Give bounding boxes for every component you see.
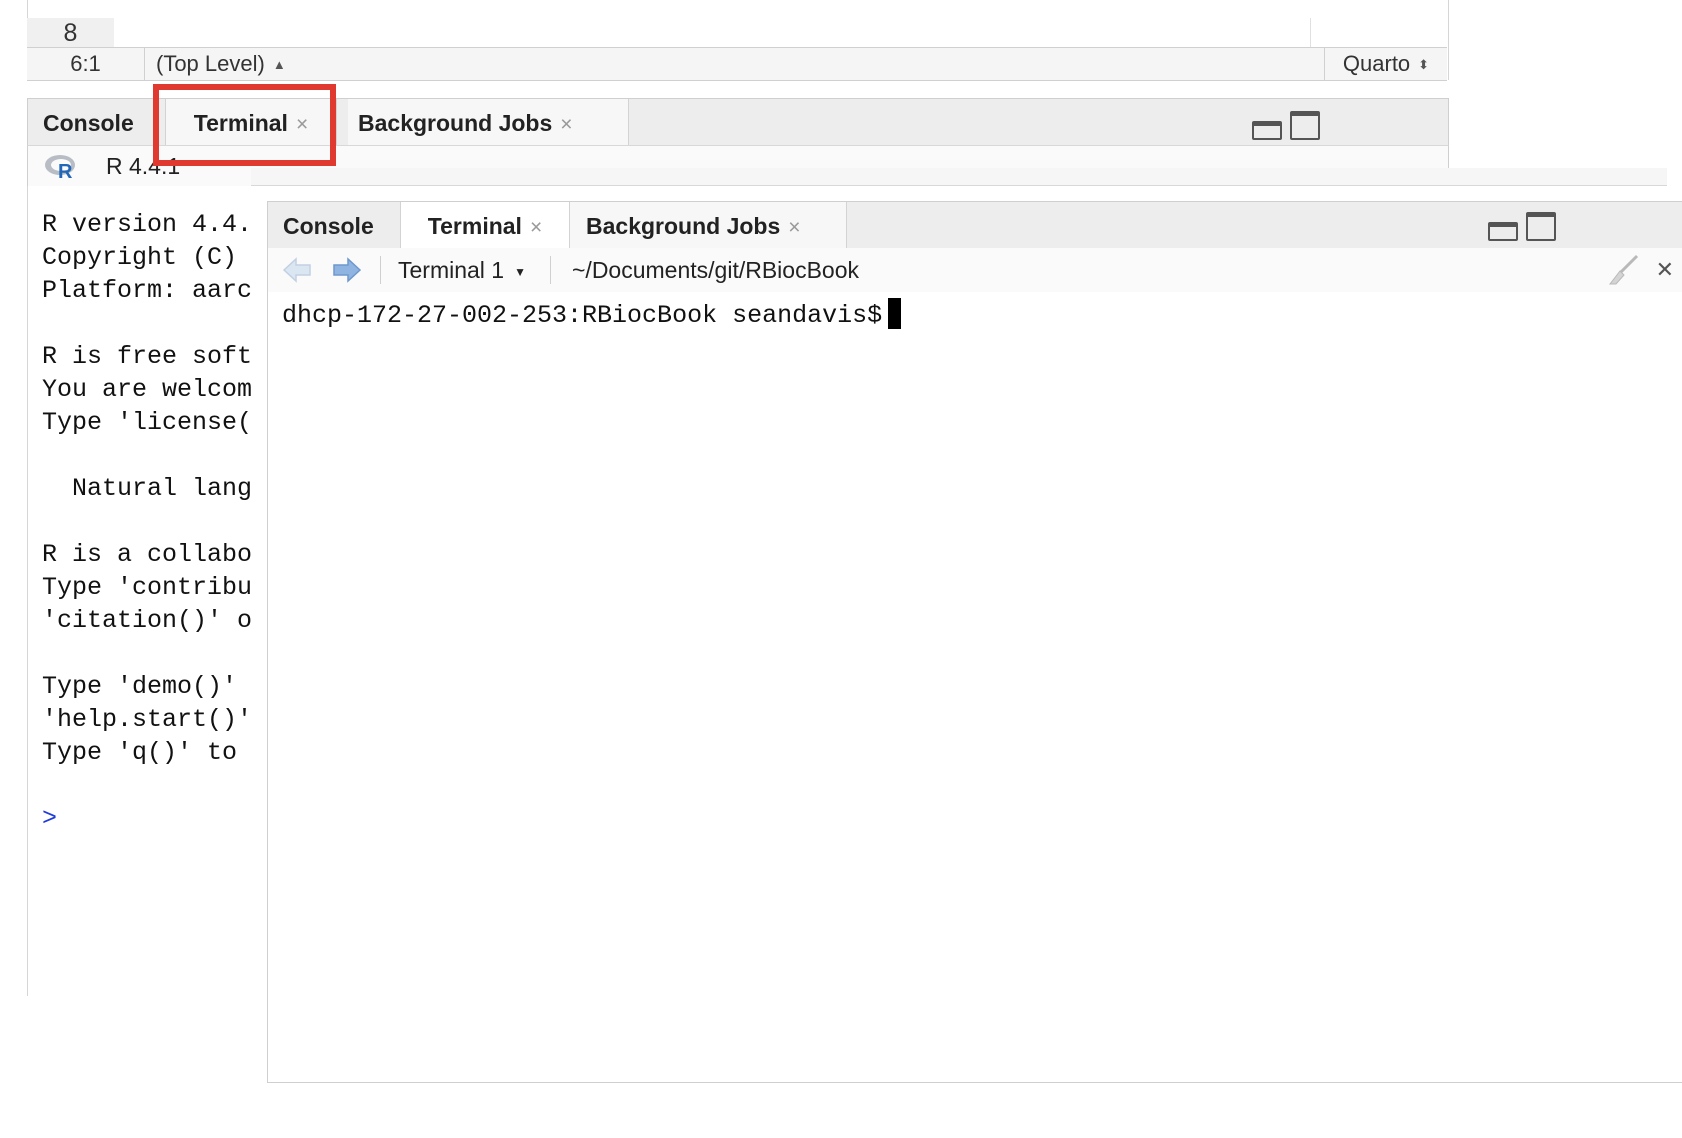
forward-arrow-icon[interactable] xyxy=(332,257,362,283)
back-arrow-icon[interactable] xyxy=(282,257,312,283)
terminal-toolbar: Terminal 1 ▼ ~/Documents/git/RBiocBook ✕ xyxy=(267,248,1682,293)
chevron-down-icon: ▼ xyxy=(514,264,526,279)
console-line: Copyright (C) xyxy=(42,243,238,272)
console-prompt: > xyxy=(42,804,58,833)
tab-terminal[interactable]: Terminal × xyxy=(400,202,570,249)
terminal-selector[interactable]: Terminal 1 ▼ xyxy=(398,248,526,294)
updown-arrows-icon: ⬍ xyxy=(1418,57,1430,73)
cursor-position: 6:1 xyxy=(27,48,145,80)
tab-terminal-label: Terminal xyxy=(427,213,522,239)
maximize-icon[interactable] xyxy=(1290,111,1320,140)
updown-arrows-icon: ▲ xyxy=(272,57,286,73)
console-line: You are welcom xyxy=(42,375,252,404)
tab-background-jobs-label: Background Jobs xyxy=(586,213,781,239)
console-line: R version 4.4. xyxy=(42,210,252,239)
terminal-prompt-line: dhcp-172-27-002-253:RBiocBook seandavis$ xyxy=(282,298,902,331)
minimize-icon[interactable] xyxy=(1252,121,1282,140)
tab-background-jobs[interactable]: Background Jobs × xyxy=(348,99,629,146)
tab-console[interactable]: Console xyxy=(283,202,374,249)
working-directory: ~/Documents/git/RBiocBook xyxy=(572,257,859,283)
r-logo-icon: R xyxy=(45,155,75,180)
scope-selector[interactable]: (Top Level) ▲ xyxy=(156,48,286,81)
pane-window-buttons xyxy=(1488,212,1556,241)
console-line: 'citation()' o xyxy=(42,606,252,635)
tab-console-label: Console xyxy=(43,110,134,136)
front-tab-bar: Console Terminal × Background Jobs × xyxy=(267,201,1682,249)
pane-window-buttons xyxy=(1252,111,1320,140)
tab-close-icon[interactable]: × xyxy=(788,216,800,239)
toolbar-separator xyxy=(550,256,551,284)
line-number: 8 xyxy=(27,18,114,48)
scope-label: (Top Level) xyxy=(156,51,265,76)
svg-text:R: R xyxy=(58,161,73,180)
minimize-icon[interactable] xyxy=(1488,222,1518,241)
console-line: Type 'contribu xyxy=(42,573,252,602)
close-icon[interactable]: ✕ xyxy=(1656,248,1674,292)
console-line: Type 'demo()' xyxy=(42,672,238,701)
terminal-name-label: Terminal 1 xyxy=(398,257,505,283)
console-line: 'help.start()' xyxy=(42,705,252,734)
toolbar-separator xyxy=(380,256,381,284)
front-screenshot: Console Terminal × Background Jobs × Termi… xyxy=(251,168,1682,1138)
doc-mode-selector[interactable]: Quarto ⬍ xyxy=(1324,48,1447,80)
console-line: Natural lang xyxy=(42,474,252,503)
terminal-output[interactable]: dhcp-172-27-002-253:RBiocBook seandavis$ xyxy=(267,292,1682,1083)
tab-background-jobs[interactable]: Background Jobs × xyxy=(570,202,847,249)
console-line: R is free soft xyxy=(42,342,252,371)
tab-console[interactable]: Console xyxy=(43,99,134,146)
terminal-cursor xyxy=(888,298,902,329)
tab-console-label: Console xyxy=(283,213,374,239)
tab-close-icon[interactable]: × xyxy=(530,216,542,239)
tab-background-jobs-label: Background Jobs xyxy=(358,110,553,136)
terminal-tab-highlight-box xyxy=(153,84,336,166)
console-line: Platform: aarc xyxy=(42,276,252,305)
editor-status-bar: 6:1 (Top Level) ▲ Quarto ⬍ xyxy=(27,47,1447,81)
console-output[interactable]: R version 4.4. Copyright (C) Platform: a… xyxy=(27,186,252,996)
overlap-fragment xyxy=(251,168,1667,186)
console-line: R is a collabo xyxy=(42,540,252,569)
console-line: Type 'license( xyxy=(42,408,252,437)
tab-close-icon[interactable]: × xyxy=(560,113,572,136)
editor-margin-rule xyxy=(1310,18,1311,48)
doc-mode-label: Quarto xyxy=(1342,51,1411,76)
terminal-prompt-text: dhcp-172-27-002-253:RBiocBook seandavis$ xyxy=(282,301,883,331)
maximize-icon[interactable] xyxy=(1526,212,1556,241)
broom-icon[interactable] xyxy=(1606,254,1640,286)
console-line: Type 'q()' to xyxy=(42,738,238,767)
